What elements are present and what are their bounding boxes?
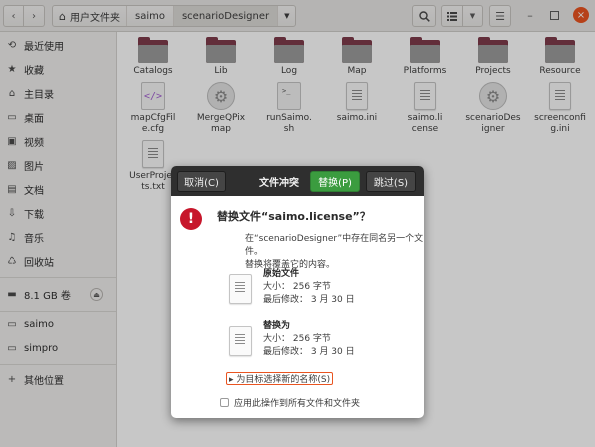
replacement-file-icon xyxy=(229,326,252,356)
text-file-icon xyxy=(229,326,252,356)
warning-icon: ! xyxy=(180,208,202,230)
dialog-description: 在“scenarioDesigner”中存在同名另一个文件。 替换将覆盖它的内容… xyxy=(245,233,424,272)
skip-button[interactable]: 跳过(S) xyxy=(366,171,416,192)
replacement-file-modified: 最后修改： 3 月 30 日 xyxy=(263,347,355,357)
rename-expander[interactable]: ▸ 为目标选择新的名称(S) xyxy=(226,372,334,385)
file-conflict-dialog: 取消(C) 文件冲突 替换(P) 跳过(S) ! 替换文件“saimo.lice… xyxy=(171,166,424,418)
replace-button[interactable]: 替换(P) xyxy=(310,171,360,192)
replacement-file-title: 替换为 xyxy=(263,321,291,331)
replacement-file-size: 大小： 256 字节 xyxy=(263,334,331,344)
replace-label: 替换(P) xyxy=(318,178,352,189)
dialog-heading: 替换文件“saimo.license”？ xyxy=(217,210,371,223)
warning-glyph: ! xyxy=(187,211,195,227)
dialog-title-text: 文件冲突 xyxy=(259,178,299,189)
cancel-button[interactable]: 取消(C) xyxy=(177,171,226,192)
apply-all-label: 应用此操作到所有文件和文件夹 xyxy=(234,399,361,409)
skip-label: 跳过(S) xyxy=(373,178,409,189)
original-file-size: 大小： 256 字节 xyxy=(263,282,331,292)
description-line: 在“scenarioDesigner”中存在同名另一个文件。 xyxy=(245,234,424,257)
dialog-header: 取消(C) 文件冲突 替换(P) 跳过(S) xyxy=(171,166,424,196)
original-file-modified: 最后修改： 3 月 30 日 xyxy=(263,295,355,305)
apply-all-row[interactable]: 应用此操作到所有文件和文件夹 xyxy=(220,396,360,409)
original-file-icon xyxy=(229,274,252,304)
apply-all-checkbox[interactable] xyxy=(220,398,229,407)
text-file-icon xyxy=(229,274,252,304)
original-file-title: 原始文件 xyxy=(263,269,300,279)
dialog-title: 文件冲突 xyxy=(251,171,307,192)
rename-label: ▸ 为目标选择新的名称(S) xyxy=(229,375,331,385)
cancel-label: 取消(C) xyxy=(184,178,219,189)
original-file-info: 原始文件 大小： 256 字节 最后修改： 3 月 30 日 xyxy=(263,268,355,307)
replacement-file-info: 替换为 大小： 256 字节 最后修改： 3 月 30 日 xyxy=(263,320,355,359)
